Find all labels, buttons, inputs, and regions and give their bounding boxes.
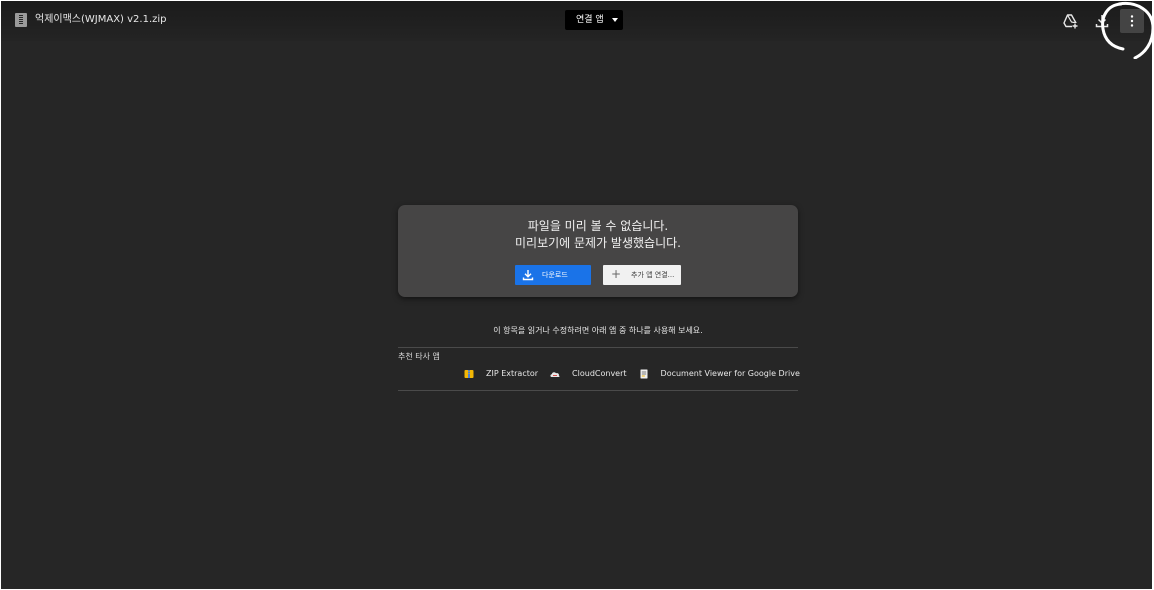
caret-down-icon (612, 18, 618, 22)
plus-icon: + (611, 267, 622, 281)
file-title: 억제이맥스(WJMAX) v2.1.zip (35, 14, 167, 25)
error-subtitle: 미리보기에 문제가 발생했습니다. (514, 236, 681, 250)
document-viewer-icon (640, 369, 648, 379)
download-label: 다운로드 (542, 271, 568, 279)
recommended-apps-label: 추천 타사 앱 (398, 352, 440, 361)
file-preview-viewer: 억제이맥스(WJMAX) v2.1.zip 연결 앱 파일을 미리 볼 수 없습… (1, 1, 1152, 589)
download-icon (1095, 15, 1109, 28)
app-label: CloudConvert (572, 369, 627, 378)
recommended-apps-list: ZIP Extractor CloudConvert Document View… (464, 367, 800, 381)
app-zip-extractor[interactable]: ZIP Extractor (464, 368, 538, 380)
top-bar: 억제이맥스(WJMAX) v2.1.zip 연결 앱 (1, 1, 1152, 41)
add-to-drive-button[interactable] (1059, 10, 1081, 32)
divider-top (398, 347, 798, 348)
error-title: 파일을 미리 볼 수 없습니다. (527, 219, 669, 233)
zip-extractor-icon (464, 370, 474, 378)
app-label: Document Viewer for Google Drive (660, 369, 800, 378)
app-label: ZIP Extractor (486, 369, 539, 378)
cloudconvert-icon (550, 372, 560, 377)
more-options-button[interactable] (1120, 9, 1144, 33)
download-icon (522, 270, 534, 281)
add-to-drive-icon (1063, 14, 1078, 29)
divider-bottom (398, 390, 798, 391)
suggestion-helper-text: 이 항목을 읽거나 수정하려면 아래 앱 중 하나를 사용해 보세요. (493, 326, 703, 335)
more-vert-icon (1130, 15, 1134, 27)
preview-error-card: 파일을 미리 볼 수 없습니다. 미리보기에 문제가 발생했습니다. 다운로드 … (398, 205, 798, 297)
app-document-viewer[interactable]: Document Viewer for Google Drive (639, 368, 800, 380)
connect-more-apps-label: 추가 앱 연결... (631, 271, 675, 279)
connect-more-apps-button[interactable]: + 추가 앱 연결... (603, 265, 681, 285)
app-cloudconvert[interactable]: CloudConvert (550, 368, 627, 380)
zip-file-icon (15, 13, 27, 27)
open-with-button[interactable]: 연결 앱 (565, 10, 623, 30)
open-with-label: 연결 앱 (576, 15, 604, 25)
download-button[interactable] (1091, 10, 1113, 32)
download-file-button[interactable]: 다운로드 (515, 265, 591, 285)
